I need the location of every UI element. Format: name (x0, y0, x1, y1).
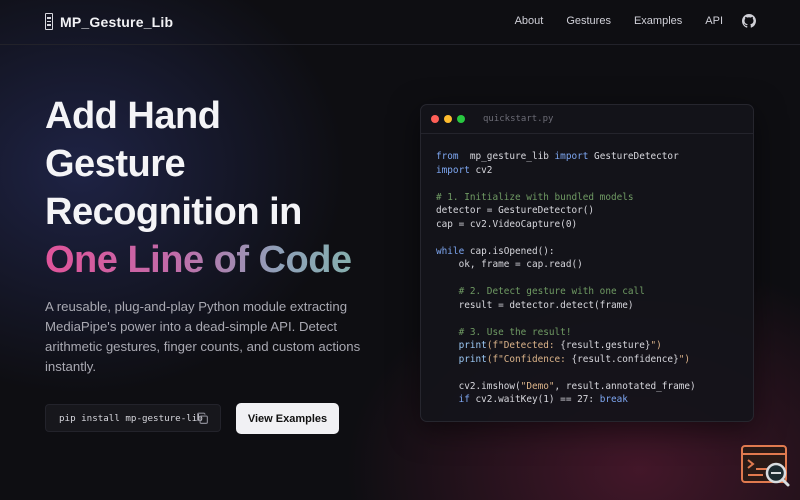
brand-name: MP_Gesture_Lib (60, 13, 174, 30)
hero-title-line-2: Gesture (45, 143, 186, 185)
nav-links: About Gestures Examples API (492, 14, 756, 28)
code-line: cap = cv2.VideoCapture(0) (436, 218, 578, 230)
nav-link-api[interactable]: API (705, 15, 723, 27)
code-line: if cv2.waitKey(1) == 27: break (436, 394, 628, 405)
code-line: import cv2 (436, 164, 493, 176)
code-line: print(f"Detected: {result.gesture}") (436, 340, 662, 351)
hero-title-line-1: Add Hand (45, 95, 221, 137)
code-line: ok, frame = cap.read() (436, 259, 583, 270)
nav-link-about[interactable]: About (515, 15, 544, 27)
hero-title: Add Hand Gesture Recognition in One Line… (45, 92, 405, 284)
top-navbar: MP_Gesture_Lib About Gestures Examples A… (0, 0, 800, 45)
code-line: result = detector.detect(frame) (436, 299, 634, 311)
code-line: from mp_gesture_lib import GestureDetect… (436, 151, 679, 162)
code-line: # 1. Initialize with bundled models (436, 191, 634, 203)
hero-title-highlight: One Line of Code (45, 236, 405, 284)
code-line: while cap.isOpened(): (436, 245, 555, 257)
brand-logo-link[interactable]: MP_Gesture_Lib (45, 13, 173, 30)
window-maximize-dot (457, 115, 465, 123)
hero-title-line-3: Recognition in (45, 191, 302, 233)
nav-link-gestures[interactable]: Gestures (566, 15, 611, 27)
view-examples-button[interactable]: View Examples (236, 403, 339, 434)
code-filename: quickstart.py (483, 114, 554, 124)
code-line: # 2. Detect gesture with one call (436, 286, 645, 297)
terminal-search-icon[interactable] (741, 444, 793, 488)
code-line: detector = GestureDetector() (436, 205, 595, 216)
brand-icon (45, 13, 53, 30)
window-minimize-dot (444, 115, 452, 123)
github-icon[interactable] (742, 14, 756, 28)
nav-link-examples[interactable]: Examples (634, 15, 682, 27)
code-block: from mp_gesture_lib import GestureDetect… (436, 150, 696, 407)
window-close-dot (431, 115, 439, 123)
code-line: print(f"Confidence: {result.confidence}"… (436, 353, 691, 365)
code-window: quickstart.py from mp_gesture_lib import… (420, 104, 754, 422)
hero-description: A reusable, plug-and-play Python module … (45, 299, 361, 374)
code-line: # 3. Use the result! (436, 326, 572, 338)
code-line: cv2.imshow("Demo", result.annotated_fram… (436, 380, 696, 392)
install-command-text: pip install mp-gesture-lib (59, 412, 203, 424)
copy-icon[interactable] (196, 412, 209, 425)
install-command-box[interactable]: pip install mp-gesture-lib (45, 404, 221, 432)
code-window-titlebar: quickstart.py (421, 105, 753, 134)
